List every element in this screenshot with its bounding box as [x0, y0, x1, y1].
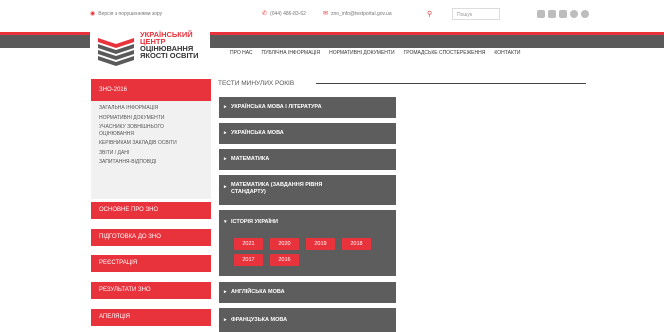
- submenu-faq[interactable]: ЗАПИТАННЯ-ВІДПОВІДІ: [99, 159, 203, 166]
- accessibility-label: Версія з порушеннями зору: [98, 11, 163, 17]
- logo-line-4: ЯКОСТІ ОСВІТИ: [140, 51, 199, 60]
- submenu-participant[interactable]: УЧАСНИКУ ЗОВНІШНЬОГО ОЦІНЮВАННЯ: [99, 124, 189, 137]
- chevron-right-icon: ▸: [224, 184, 227, 190]
- chevron-right-icon: ▸: [224, 130, 227, 136]
- sidebar-item-registration[interactable]: РЕЄСТРАЦІЯ: [91, 255, 211, 272]
- social-icons: [537, 10, 589, 18]
- email-address: zno_info@testportal.gov.ua: [331, 11, 392, 17]
- accordion-ukr-lang-lit[interactable]: ▸ УКРАЇНСЬКА МОВА І ЛІТЕРАТУРА: [219, 97, 396, 118]
- year-button-2020[interactable]: 2020: [270, 238, 299, 250]
- accordion-label: УКРАЇНСЬКА МОВА І ЛІТЕРАТУРА: [231, 104, 322, 110]
- nav-public-observation[interactable]: ГРОМАДСЬКЕ СПОСТЕРЕЖЕННЯ: [404, 50, 486, 56]
- accordion-math-standard[interactable]: ▸ МАТЕМАТИКА (ЗАВДАННЯ РІВНЯ СТАНДАРТУ): [219, 175, 396, 205]
- sidebar-item-basics[interactable]: ОСНОВНЕ ПРО ЗНО: [91, 202, 211, 219]
- top-bar: ◉ Версія з порушеннями зору ✆ (044) 486-83…: [0, 0, 664, 30]
- submenu-normative-docs[interactable]: НОРМАТИВНІ ДОКУМЕНТИ: [99, 115, 203, 122]
- submenu-general-info[interactable]: ЗАГАЛЬНА ІНФОРМАЦІЯ: [99, 105, 203, 112]
- rss-icon[interactable]: [537, 10, 545, 18]
- sidebar-item-zno-active[interactable]: ЗНО-2016: [91, 79, 211, 101]
- accessibility-link[interactable]: ◉ Версія з порушеннями зору: [90, 10, 162, 17]
- search-input[interactable]: Пошук: [452, 8, 500, 20]
- chevron-right-icon: ▸: [224, 156, 227, 162]
- submenu-reports[interactable]: ЗВІТИ / ДАНІ: [99, 150, 203, 157]
- year-button-2017[interactable]: 2017: [234, 254, 263, 266]
- accordion-label: МАТЕМАТИКА (ЗАВДАННЯ РІВНЯ СТАНДАРТУ): [231, 182, 323, 195]
- twitter-icon[interactable]: [570, 10, 578, 18]
- sidebar-item-appeal[interactable]: АПЕЛЯЦІЯ: [91, 309, 211, 326]
- facebook-icon[interactable]: [559, 10, 567, 18]
- nav-public-info[interactable]: ПУБЛІЧНА ІНФОРМАЦІЯ: [262, 50, 321, 56]
- youtube-icon[interactable]: [581, 10, 589, 18]
- logo-book-icon: [98, 38, 134, 66]
- sidebar-item-results[interactable]: РЕЗУЛЬТАТИ ЗНО: [91, 282, 211, 299]
- accordion-label: ІСТОРІЯ УКРАЇНИ: [231, 219, 278, 225]
- phone-contact: ✆ (044) 486-83-62: [262, 10, 306, 17]
- email-contact[interactable]: ✉ zno_info@testportal.gov.ua: [323, 10, 392, 17]
- nav-normative-docs[interactable]: НОРМАТИВНІ ДОКУМЕНТИ: [329, 50, 394, 56]
- search-icon[interactable]: ⚲: [427, 10, 432, 18]
- vk-icon[interactable]: [548, 10, 556, 18]
- year-button-2016[interactable]: 2016: [270, 254, 299, 266]
- accordion-english[interactable]: ▸ АНГЛІЙСЬКА МОВА: [219, 282, 396, 303]
- accordion-label: УКРАЇНСЬКА МОВА: [231, 130, 284, 136]
- page-title: ТЕСТИ МИНУЛИХ РОКІВ: [218, 80, 295, 87]
- logo-text: УКРАЇНСЬКИЙ ЦЕНТР ОЦІНЮВАННЯ ЯКОСТІ ОСВІ…: [140, 31, 199, 60]
- main-nav: ПРО НАС ПУБЛІЧНА ІНФОРМАЦІЯ НОРМАТИВНІ Д…: [230, 50, 530, 56]
- mail-icon: ✉: [323, 11, 329, 17]
- nav-contacts[interactable]: КОНТАКТИ: [494, 50, 520, 56]
- year-button-2019[interactable]: 2019: [306, 238, 335, 250]
- sidebar-item-preparation[interactable]: ПІДГОТОВКА ДО ЗНО: [91, 229, 211, 246]
- title-divider: [316, 83, 586, 84]
- chevron-down-icon: ▾: [224, 219, 227, 225]
- accordion-label: АНГЛІЙСЬКА МОВА: [231, 289, 285, 295]
- chevron-right-icon: ▸: [224, 289, 227, 295]
- accordion-ukr-lang[interactable]: ▸ УКРАЇНСЬКА МОВА: [219, 123, 396, 144]
- sidebar: ЗНО-2016 ЗАГАЛЬНА ІНФОРМАЦІЯ НОРМАТИВНІ …: [91, 79, 211, 326]
- nav-about[interactable]: ПРО НАС: [230, 50, 253, 56]
- accordion-math[interactable]: ▸ МАТЕМАТИКА: [219, 149, 396, 170]
- eye-icon: ◉: [90, 11, 96, 17]
- sidebar-submenu: ЗАГАЛЬНА ІНФОРМАЦІЯ НОРМАТИВНІ ДОКУМЕНТИ…: [91, 101, 211, 199]
- accordion-label: МАТЕМАТИКА: [231, 156, 270, 162]
- phone-icon: ✆: [262, 11, 268, 17]
- year-button-2018[interactable]: 2018: [342, 238, 371, 250]
- accordion-label: ФРАНЦУЗЬКА МОВА: [231, 317, 288, 323]
- phone-number: (044) 486-83-62: [270, 11, 306, 17]
- chevron-right-icon: ▸: [224, 317, 227, 323]
- year-button-2021[interactable]: 2021: [234, 238, 263, 250]
- submenu-heads-of-schools[interactable]: КЕРІВНИКАМ ЗАКЛАДІВ ОСВІТИ: [99, 140, 203, 147]
- accordion-french[interactable]: ▸ ФРАНЦУЗЬКА МОВА: [219, 308, 396, 332]
- chevron-right-icon: ▸: [224, 104, 227, 110]
